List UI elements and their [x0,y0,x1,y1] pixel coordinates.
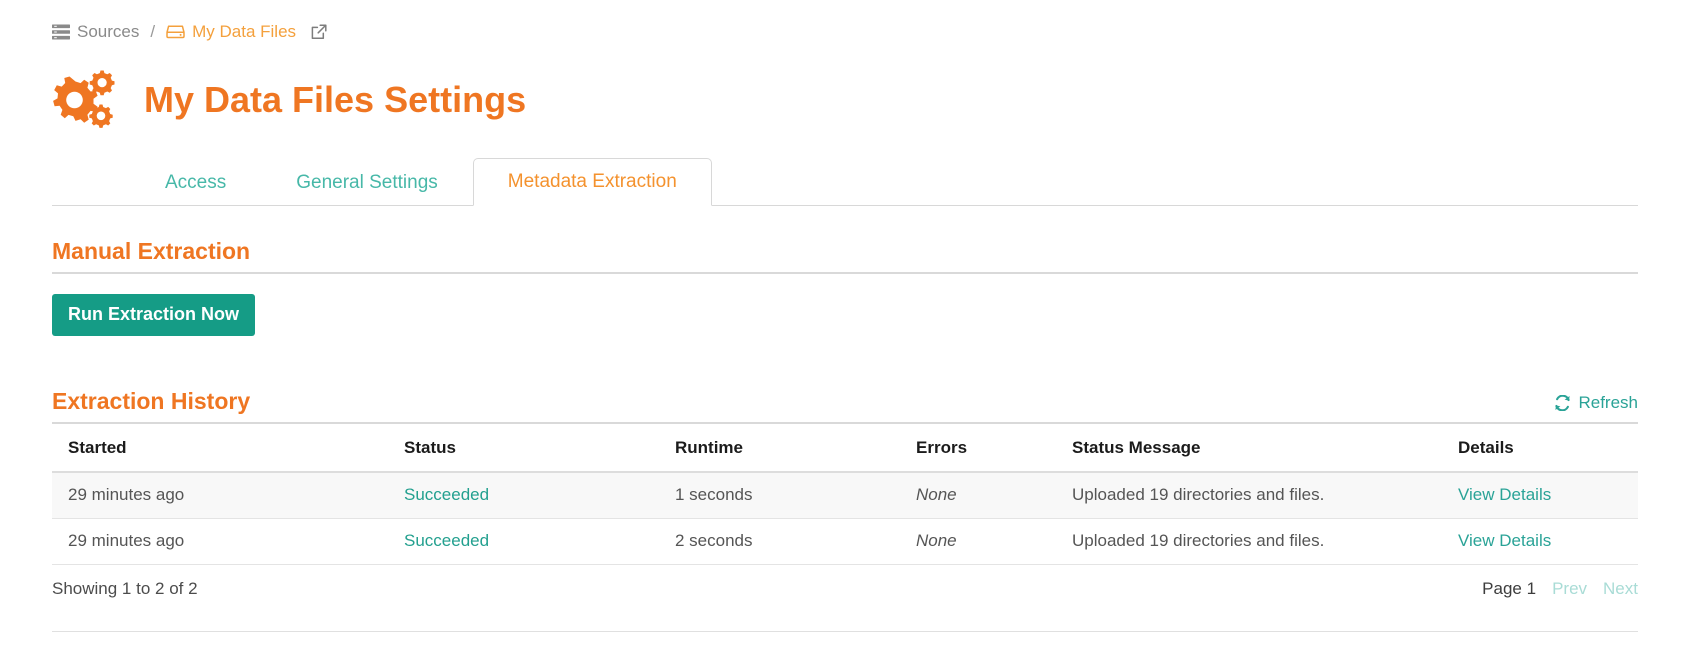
external-link-icon[interactable] [311,24,327,40]
cell-runtime: 2 seconds [659,518,900,565]
column-header-errors: Errors [900,424,1056,473]
breadcrumb-item-sources[interactable]: Sources [52,22,139,42]
cell-status: Succeeded [388,472,659,519]
hard-drive-icon [166,24,185,40]
cell-status-message: Uploaded 19 directories and files. [1056,518,1442,565]
manual-extraction-section: Manual Extraction Run Extraction Now [52,238,1638,336]
column-header-details: Details [1442,424,1638,473]
errors-value: None [916,531,957,550]
cell-details: View Details [1442,472,1638,519]
table-footer: Showing 1 to 2 of 2 Page 1 Prev Next [52,579,1638,599]
cell-runtime: 1 seconds [659,472,900,519]
table-row: 29 minutes ago Succeeded 1 seconds None … [52,472,1638,519]
column-header-runtime: Runtime [659,424,900,473]
pagination: Page 1 Prev Next [1482,579,1638,599]
page-title: My Data Files Settings [144,79,527,120]
cell-details: View Details [1442,518,1638,565]
breadcrumb-my-data-files-label: My Data Files [192,22,297,41]
table-body: 29 minutes ago Succeeded 1 seconds None … [52,472,1638,565]
errors-value: None [916,485,957,504]
cell-errors: None [900,472,1056,519]
extraction-history-section: Extraction History Refresh Started Statu… [52,388,1638,632]
view-details-link[interactable]: View Details [1458,531,1551,550]
extraction-history-title: Extraction History [52,388,251,414]
column-header-status-message: Status Message [1056,424,1442,473]
page-header: My Data Files Settings [52,62,1638,138]
table-head: Started Status Runtime Errors Status Mes… [52,424,1638,473]
refresh-label: Refresh [1578,393,1638,412]
showing-count-label: Showing 1 to 2 of 2 [52,579,198,598]
refresh-icon [1554,395,1571,411]
prev-page-link[interactable]: Prev [1552,579,1587,599]
extraction-history-table: Started Status Runtime Errors Status Mes… [52,424,1638,565]
server-stack-icon [52,24,70,40]
tab-general-settings[interactable]: General Settings [261,159,473,206]
view-details-link[interactable]: View Details [1458,485,1551,504]
extraction-history-header: Extraction History Refresh [52,388,1638,424]
gears-icon [52,69,122,131]
breadcrumb: Sources / My Data Files [52,0,1638,52]
bottom-divider [52,631,1638,632]
page-number-label: Page 1 [1482,579,1537,598]
next-page-link[interactable]: Next [1603,579,1638,599]
table-header-row: Started Status Runtime Errors Status Mes… [52,424,1638,473]
table-row: 29 minutes ago Succeeded 2 seconds None … [52,518,1638,565]
column-header-status: Status [388,424,659,473]
tab-metadata-extraction[interactable]: Metadata Extraction [472,158,712,206]
status-badge: Succeeded [404,485,490,504]
refresh-button[interactable]: Refresh [1554,393,1638,415]
breadcrumb-separator: / [150,22,156,41]
cell-status: Succeeded [388,518,659,565]
breadcrumb-item-my-data-files[interactable]: My Data Files [166,22,327,42]
manual-extraction-title: Manual Extraction [52,238,251,264]
breadcrumb-sources-label: Sources [77,22,140,41]
status-badge: Succeeded [404,531,490,550]
cell-status-message: Uploaded 19 directories and files. [1056,472,1442,519]
cell-errors: None [900,518,1056,565]
tab-access[interactable]: Access [130,159,261,206]
manual-extraction-header: Manual Extraction [52,238,1638,274]
cell-started: 29 minutes ago [52,472,388,519]
settings-page: Sources / My Data Files My Data Files Se… [0,0,1690,672]
settings-tabs: Access General Settings Metadata Extract… [52,158,1638,206]
column-header-started: Started [52,424,388,473]
run-extraction-now-button[interactable]: Run Extraction Now [52,294,256,336]
cell-started: 29 minutes ago [52,518,388,565]
